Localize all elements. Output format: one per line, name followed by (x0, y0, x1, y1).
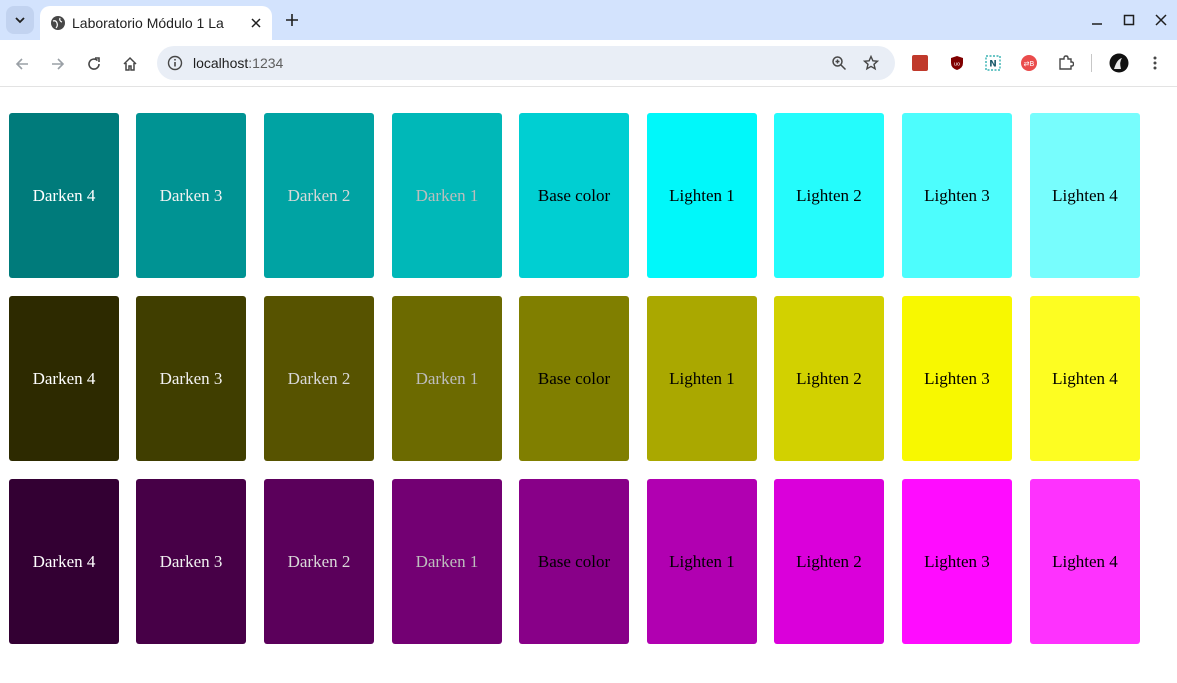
extension-notion[interactable]: N (983, 53, 1003, 73)
maximize-icon (1123, 14, 1135, 26)
site-info-button[interactable] (165, 53, 185, 73)
reload-button[interactable] (82, 52, 106, 76)
color-swatch-olive-5: Base color (519, 296, 629, 461)
color-swatch-cyan-1: Darken 4 (9, 113, 119, 278)
color-swatch-purple-9: Lighten 4 (1030, 479, 1140, 644)
color-swatch-cyan-8: Lighten 3 (902, 113, 1012, 278)
reload-icon (88, 57, 100, 70)
tab-title: Laboratorio Módulo 1 La (72, 15, 224, 31)
minimize-icon (1092, 23, 1102, 25)
maximize-button[interactable] (1119, 10, 1139, 30)
color-swatch-olive-6: Lighten 1 (647, 296, 757, 461)
color-swatch-olive-2: Darken 3 (136, 296, 246, 461)
more-vertical-icon (1153, 56, 1157, 70)
color-swatch-cyan-4: Darken 1 (392, 113, 502, 278)
star-icon (863, 55, 879, 71)
tab-strip: Laboratorio Módulo 1 La (0, 0, 1177, 40)
shield-icon: uo (951, 56, 963, 70)
color-swatch-olive-7: Lighten 2 (774, 296, 884, 461)
tab-active[interactable]: Laboratorio Módulo 1 La (40, 6, 272, 40)
color-swatch-purple-6: Lighten 1 (647, 479, 757, 644)
home-button[interactable] (118, 52, 142, 76)
browser-toolbar: localhost:1234 uo N ⇄B (0, 40, 1177, 87)
notion-icon: N (985, 55, 1001, 71)
url-port: :1234 (248, 55, 284, 71)
color-swatch-purple-4: Darken 1 (392, 479, 502, 644)
extension-book[interactable] (910, 53, 930, 73)
extensions-button[interactable] (1056, 53, 1076, 73)
color-swatch-cyan-7: Lighten 2 (774, 113, 884, 278)
arrow-left-icon (15, 58, 28, 70)
plus-icon (286, 14, 298, 26)
page-content: Darken 4 Darken 3 Darken 2 Darken 1 Base col… (0, 87, 1177, 683)
toolbar-divider (1091, 54, 1092, 72)
color-swatch-cyan-2: Darken 3 (136, 113, 246, 278)
color-swatch-olive-8: Lighten 3 (902, 296, 1012, 461)
close-window-button[interactable] (1151, 10, 1171, 30)
chevron-down-icon (15, 17, 25, 24)
url-host: localhost (193, 55, 249, 71)
color-swatch-olive-4: Darken 1 (392, 296, 502, 461)
svg-text:⇄B: ⇄B (1024, 60, 1035, 68)
zoom-in-icon (832, 56, 847, 71)
color-swatch-cyan-6: Lighten 1 (647, 113, 757, 278)
color-swatch-purple-5: Base color (519, 479, 629, 644)
close-tab-icon[interactable] (246, 13, 266, 33)
bookmark-button[interactable] (861, 53, 881, 73)
info-icon (167, 55, 183, 71)
browser-menu-button[interactable] (1145, 53, 1165, 73)
color-swatch-purple-2: Darken 3 (136, 479, 246, 644)
color-swatch-purple-7: Lighten 2 (774, 479, 884, 644)
color-swatch-cyan-9: Lighten 4 (1030, 113, 1140, 278)
tab-search-button[interactable] (6, 6, 34, 34)
color-swatch-cyan-3: Darken 2 (264, 113, 374, 278)
extension-logo-icon: ⇄B (1021, 55, 1037, 71)
avatar-icon (1109, 53, 1129, 73)
profile-button[interactable] (1109, 53, 1129, 73)
color-swatch-purple-3: Darken 2 (264, 479, 374, 644)
zoom-button[interactable] (829, 53, 849, 73)
svg-text:uo: uo (954, 62, 960, 68)
extension-red[interactable]: ⇄B (1019, 53, 1039, 73)
new-tab-button[interactable] (281, 9, 303, 31)
arrow-right-icon (52, 58, 65, 70)
color-swatch-purple-8: Lighten 3 (902, 479, 1012, 644)
globe-icon (51, 16, 65, 30)
minimize-button[interactable] (1087, 10, 1107, 30)
url-text: localhost:1234 (193, 53, 283, 73)
back-button[interactable] (10, 52, 34, 76)
address-bar[interactable]: localhost:1234 (157, 46, 895, 80)
color-swatch-cyan-5: Base color (519, 113, 629, 278)
close-icon (1155, 14, 1167, 26)
color-swatch-olive-9: Lighten 4 (1030, 296, 1140, 461)
book-icon (912, 55, 928, 71)
color-swatch-olive-3: Darken 2 (264, 296, 374, 461)
forward-button[interactable] (46, 52, 70, 76)
color-swatch-purple-1: Darken 4 (9, 479, 119, 644)
puzzle-icon (1059, 55, 1074, 70)
extension-ublock[interactable]: uo (947, 53, 967, 73)
home-icon (123, 56, 137, 71)
svg-text:N: N (989, 60, 997, 70)
color-swatch-olive-1: Darken 4 (9, 296, 119, 461)
